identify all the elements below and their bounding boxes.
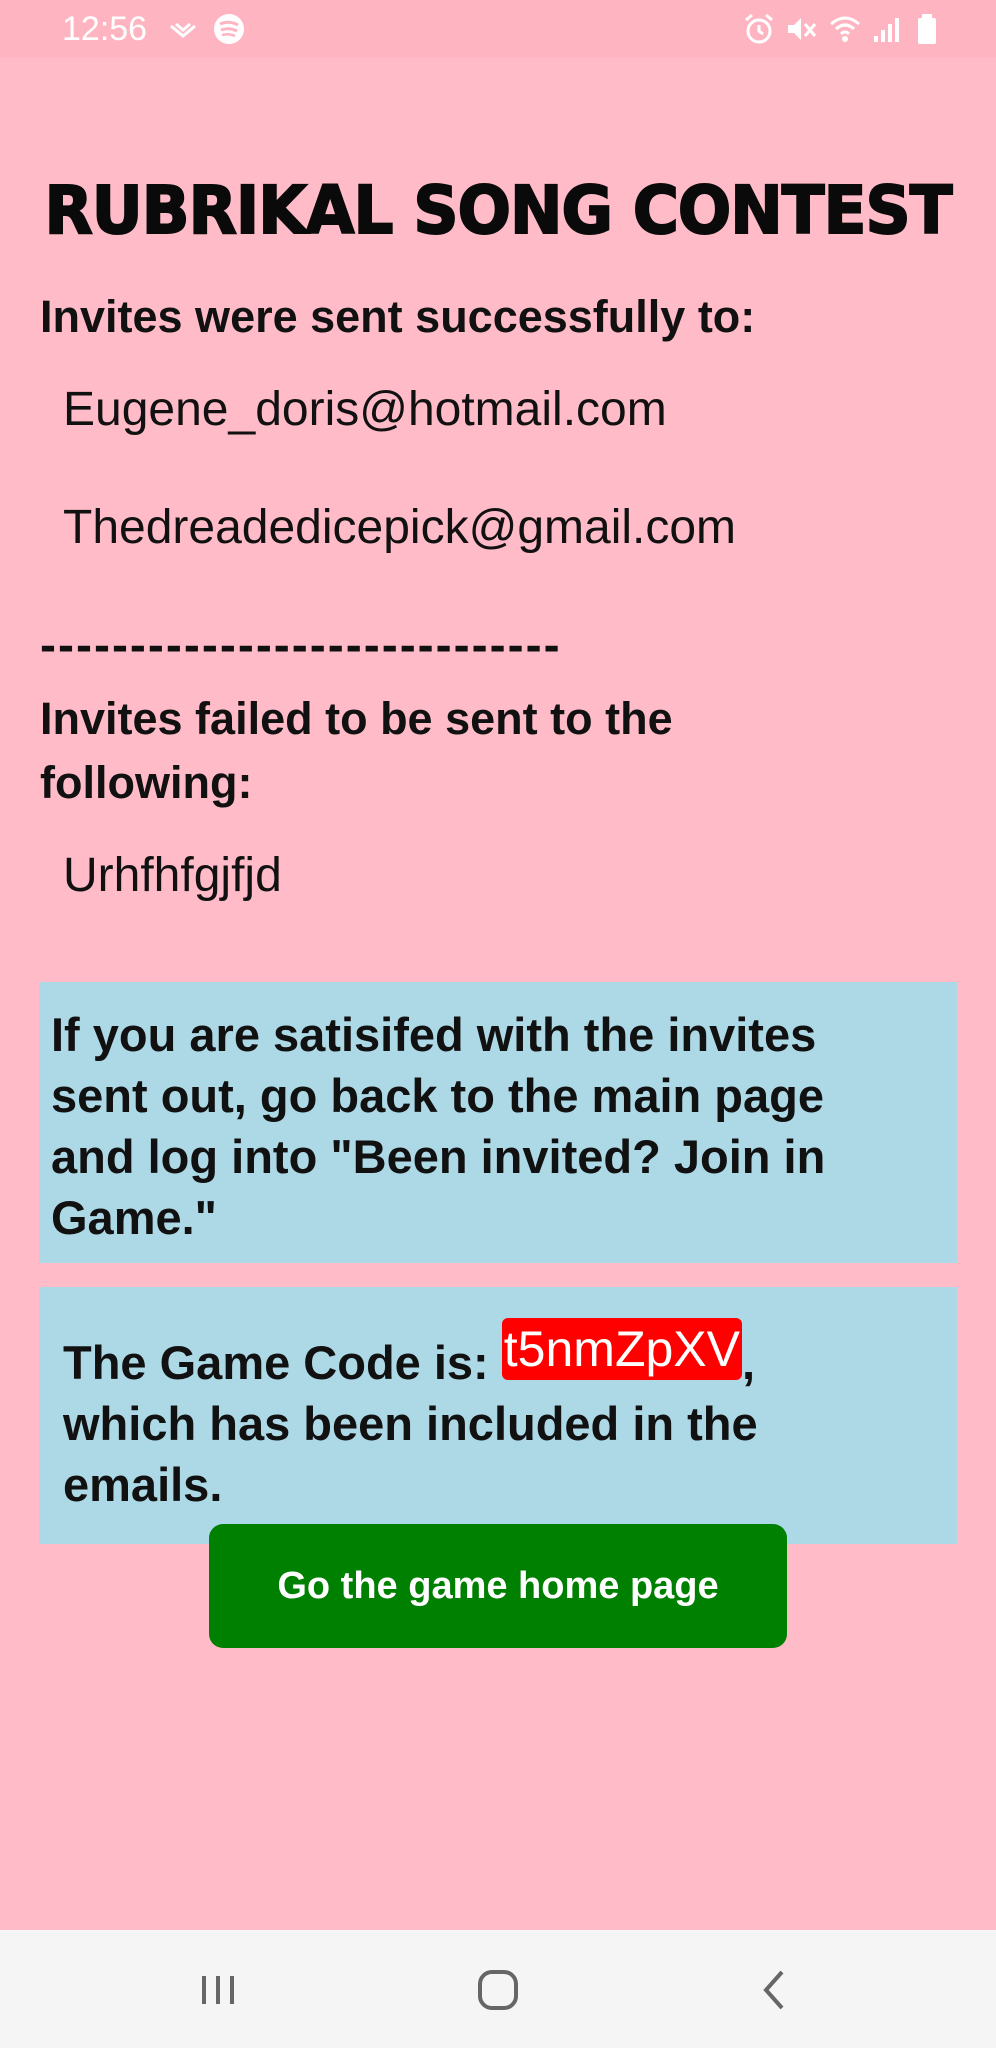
instructions-line: Game."	[51, 1191, 217, 1244]
success-heading: Invites were sent successfully to:	[40, 291, 756, 342]
spotify-icon	[214, 14, 244, 44]
status-time: 12:56	[62, 10, 148, 48]
failed-heading-line: following:	[40, 757, 253, 808]
game-code-suffix: ,	[742, 1336, 756, 1389]
back-icon[interactable]	[746, 1960, 806, 2020]
success-email-item: Eugene_doris@hotmail.com	[63, 383, 667, 436]
game-code-badge: t5nmZpXV	[501, 1318, 742, 1380]
success-email-item: Thedreadedicepick@gmail.com	[63, 501, 737, 554]
failed-heading-line: Invites failed to be sent to the	[40, 693, 673, 744]
game-code-line: The Game Code is: t5nmZpXV,	[63, 1318, 756, 1394]
app-title: RUBRIKAL SONG CONTEST	[43, 171, 953, 250]
game-code-prefix: The Game Code is:	[63, 1336, 502, 1389]
status-bar: 12:56	[0, 0, 996, 58]
game-code-line: emails.	[63, 1458, 223, 1511]
cell-signal-icon	[874, 18, 899, 42]
failed-entry-item: Urhfhfgjfjd	[63, 849, 282, 902]
battery-icon	[918, 14, 936, 44]
instructions-line: If you are satisifed with the invites	[51, 1008, 817, 1061]
game-code-line: which has been included in the	[63, 1397, 758, 1450]
go-home-button[interactable]: Go the game home page	[209, 1524, 787, 1648]
section-divider: -----------------------------	[40, 619, 562, 672]
game-code-box: The Game Code is: t5nmZpXV, which has be…	[39, 1287, 957, 1544]
mute-icon	[788, 18, 817, 40]
instructions-box: If you are satisifed with the invites se…	[39, 982, 957, 1263]
home-icon[interactable]	[468, 1960, 528, 2020]
recent-apps-icon[interactable]	[188, 1960, 248, 2020]
instructions-line: and log into "Been invited? Join in	[51, 1130, 826, 1183]
nav-bar	[0, 1930, 996, 2048]
wifi-icon	[830, 16, 860, 42]
instructions-line: sent out, go back to the main page	[51, 1069, 824, 1122]
signal-broadcast-icon	[170, 22, 196, 38]
alarm-icon	[745, 13, 773, 44]
